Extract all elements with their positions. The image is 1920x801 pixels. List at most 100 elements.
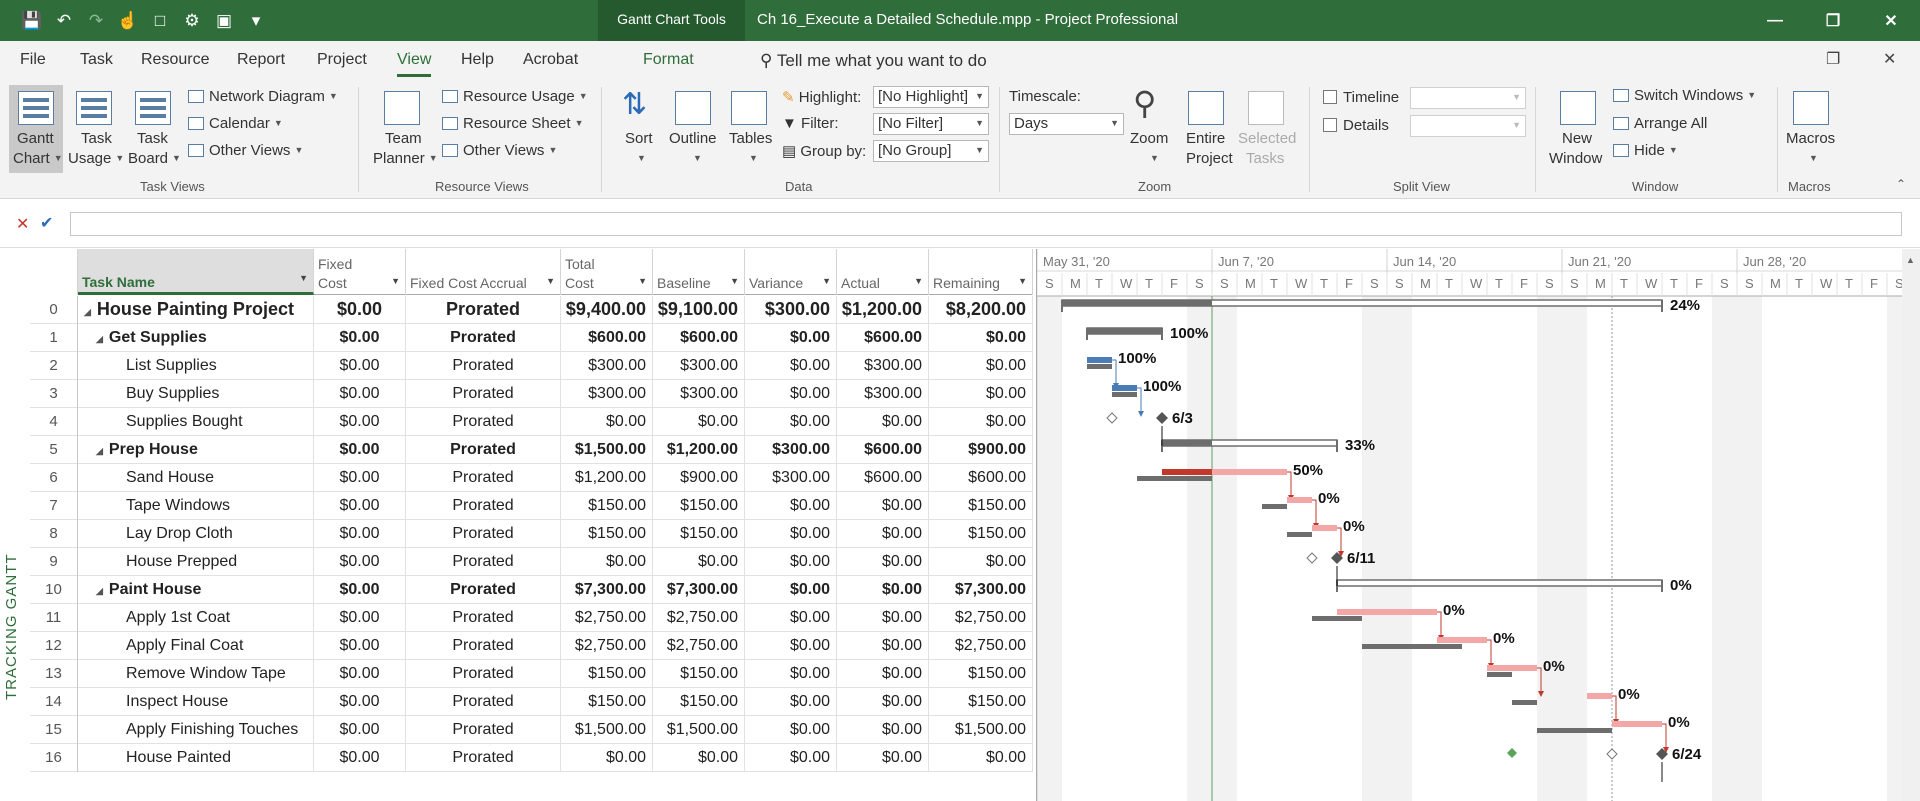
table-row[interactable]: 5 ◢ Prep House $0.00 Prorated $1,500.00 $1,200… [30,436,1033,464]
accrual-cell[interactable]: Prorated [406,408,561,436]
vertical-scrollbar[interactable]: ▲ [1902,249,1920,801]
ribbon-restore-icon[interactable]: ❐ [1826,49,1840,69]
tab-file[interactable]: File [20,51,46,69]
remaining-cell[interactable]: $150.00 [929,660,1033,688]
fixed-cost-cell[interactable]: $0.00 [314,324,406,352]
total-cell[interactable]: $7,300.00 [561,576,653,604]
collapse-toggle-icon[interactable]: ◢ [96,586,103,596]
actual-cell[interactable]: $0.00 [837,716,929,744]
baseline-cell[interactable]: $0.00 [653,408,745,436]
minimize-icon[interactable]: — [1746,0,1804,41]
accrual-cell[interactable]: Prorated [406,520,561,548]
baseline-cell[interactable]: $1,200.00 [653,436,745,464]
tab-report[interactable]: Report [237,51,285,69]
table-row[interactable]: 6 Sand House $0.00 Prorated $1,200.00 $900.00… [30,464,1033,492]
filter-dropdown-icon[interactable]: ▼ [822,272,831,291]
remaining-cell[interactable]: $0.00 [929,380,1033,408]
fixed-cost-cell[interactable]: $0.00 [314,520,406,548]
task-other-views-button[interactable]: Other Views ▼ [188,142,303,159]
accrual-cell[interactable]: Prorated [406,660,561,688]
actual-cell[interactable]: $300.00 [837,352,929,380]
fixed-cost-cell[interactable]: $0.00 [314,492,406,520]
customize-qat-icon[interactable]: ▾ [242,8,270,34]
column-header-fixed_cost[interactable]: Fixed Cost ▼ [314,249,406,295]
table-row[interactable]: 1 ◢ Get Supplies $0.00 Prorated $600.00 $600.0… [30,324,1033,352]
total-cell[interactable]: $0.00 [561,548,653,576]
collapse-ribbon-icon[interactable]: ⌃ [1896,177,1906,191]
timeline-select[interactable]: ▼ [1410,87,1526,109]
actual-cell[interactable]: $0.00 [837,548,929,576]
actual-cell[interactable]: $600.00 [837,436,929,464]
baseline-cell[interactable]: $1,500.00 [653,716,745,744]
variance-cell[interactable]: $0.00 [745,660,837,688]
fixed-cost-cell[interactable]: $0.00 [314,604,406,632]
calendar-button[interactable]: Calendar ▼ [188,115,283,132]
fixed-cost-cell[interactable]: $0.00 [314,660,406,688]
baseline-cell[interactable]: $600.00 [653,324,745,352]
redo-icon[interactable]: ↷ [82,8,110,34]
total-cell[interactable]: $300.00 [561,352,653,380]
table-row[interactable]: 0 ◢ House Painting Project $0.00 Prorated $9,… [30,296,1033,324]
close-window-icon[interactable]: ✕ [1862,0,1920,41]
column-header-total[interactable]: Total Cost ▼ [561,249,653,295]
collapse-toggle-icon[interactable]: ◢ [96,446,103,456]
remaining-cell[interactable]: $150.00 [929,688,1033,716]
remaining-cell[interactable]: $0.00 [929,408,1033,436]
actual-cell[interactable]: $0.00 [837,688,929,716]
filter-dropdown-icon[interactable]: ▼ [1018,272,1027,291]
variance-cell[interactable]: $0.00 [745,548,837,576]
fixed-cost-cell[interactable]: $0.00 [314,688,406,716]
details-select[interactable]: ▼ [1410,115,1526,137]
total-cell[interactable]: $1,500.00 [561,716,653,744]
variance-cell[interactable]: $300.00 [745,436,837,464]
fixed-cost-cell[interactable]: $0.00 [314,548,406,576]
remaining-cell[interactable]: $7,300.00 [929,576,1033,604]
fixed-cost-cell[interactable]: $0.00 [314,408,406,436]
column-header-name[interactable]: Task Name ▼ [78,249,314,295]
filter-dropdown-icon[interactable]: ▼ [299,269,308,288]
tab-view[interactable]: View [397,51,432,77]
restore-icon[interactable]: ❐ [1804,0,1862,41]
remaining-cell[interactable]: $0.00 [929,324,1033,352]
task-name-cell[interactable]: Lay Drop Cloth [78,520,314,548]
task-name-cell[interactable]: House Prepped [78,548,314,576]
table-row[interactable]: 14 Inspect House $0.00 Prorated $150.00 $150.… [30,688,1033,716]
accrual-cell[interactable]: Prorated [406,548,561,576]
baseline-cell[interactable]: $0.00 [653,744,745,772]
task-name-cell[interactable]: List Supplies [78,352,314,380]
table-row[interactable]: 15 Apply Finishing Touches $0.00 Prorated $1… [30,716,1033,744]
accrual-cell[interactable]: Prorated [406,604,561,632]
table-row[interactable]: 3 Buy Supplies $0.00 Prorated $300.00 $300.00… [30,380,1033,408]
accrual-cell[interactable]: Prorated [406,380,561,408]
tab-format[interactable]: Format [643,51,694,69]
zoom-button[interactable]: Zoom [1130,130,1168,147]
new-window-button[interactable]: New [1562,130,1592,147]
total-cell[interactable]: $150.00 [561,520,653,548]
remaining-cell[interactable]: $1,500.00 [929,716,1033,744]
task-name-cell[interactable]: Apply Final Coat [78,632,314,660]
task-name-cell[interactable]: Apply 1st Coat [78,604,314,632]
macros-button[interactable]: Macros [1786,130,1835,147]
accrual-cell[interactable]: Prorated [406,688,561,716]
total-cell[interactable]: $150.00 [561,660,653,688]
variance-cell[interactable]: $0.00 [745,604,837,632]
remaining-cell[interactable]: $0.00 [929,744,1033,772]
tables-button[interactable]: Tables [729,130,772,147]
table-row[interactable]: 11 Apply 1st Coat $0.00 Prorated $2,750.00 $2… [30,604,1033,632]
total-cell[interactable]: $2,750.00 [561,632,653,660]
variance-cell[interactable]: $0.00 [745,576,837,604]
task-name-cell[interactable]: Remove Window Tape [78,660,314,688]
accrual-cell[interactable]: Prorated [406,744,561,772]
highlight-select[interactable]: [No Highlight] ▼ [873,86,989,108]
picture-icon[interactable]: ▣ [210,8,238,34]
baseline-cell[interactable]: $300.00 [653,380,745,408]
task-name-cell[interactable]: Apply Finishing Touches [78,716,314,744]
remaining-cell[interactable]: $600.00 [929,464,1033,492]
tab-project[interactable]: Project [317,51,367,69]
table-row[interactable]: 4 Supplies Bought $0.00 Prorated $0.00 $0.00 $… [30,408,1033,436]
task-board-button[interactable]: Task [137,130,168,147]
actual-cell[interactable]: $0.00 [837,632,929,660]
remaining-cell[interactable]: $150.00 [929,520,1033,548]
actual-cell[interactable]: $0.00 [837,660,929,688]
table-row[interactable]: 7 Tape Windows $0.00 Prorated $150.00 $150.00… [30,492,1033,520]
